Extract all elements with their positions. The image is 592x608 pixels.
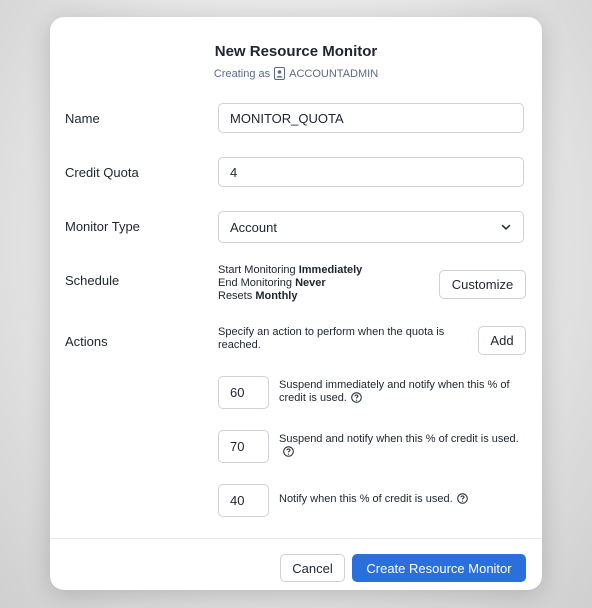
dialog-title: New Resource Monitor [214, 43, 378, 60]
schedule-resets: Resets Monthly [218, 290, 298, 302]
creating-as-label: Creating as [213, 67, 271, 80]
name-input[interactable]: MONITOR_QUOTA [218, 103, 524, 133]
footer-divider [50, 538, 542, 539]
monitor-type-label: Monitor Type [65, 219, 140, 234]
credit-quota-label: Credit Quota [65, 165, 139, 180]
action-percent-input[interactable]: 60 [218, 376, 269, 409]
action-description: Notify when this % of credit is used. [279, 493, 527, 506]
schedule-end: End Monitoring Never [218, 277, 326, 289]
schedule-label: Schedule [65, 273, 120, 288]
role-name: ACCOUNTADMIN [289, 67, 379, 80]
customize-button[interactable]: Customize [439, 270, 526, 299]
actions-description: Specify an action to perform when the qu… [218, 326, 445, 351]
help-icon[interactable] [456, 493, 468, 504]
help-icon[interactable] [283, 446, 294, 457]
action-percent-input[interactable]: 40 [218, 484, 269, 517]
action-description: Suspend and notify when this % of credit… [279, 433, 527, 459]
name-label: Name [65, 111, 100, 126]
monitor-type-value: Account [230, 219, 277, 235]
schedule-start: Start Monitoring Immediately [218, 264, 363, 276]
schedule-summary: Start Monitoring Immediately End Monitor… [218, 264, 362, 303]
actions-label: Actions [65, 334, 108, 349]
add-action-button[interactable]: Add [478, 326, 526, 355]
chevron-down-icon [501, 224, 511, 230]
new-resource-monitor-dialog: New Resource Monitor Creating as ACCOUNT… [50, 17, 542, 590]
role-badge-icon [274, 67, 286, 80]
create-resource-monitor-button[interactable]: Create Resource Monitor [352, 554, 526, 582]
cancel-button[interactable]: Cancel [280, 554, 345, 582]
credit-quota-input[interactable]: 4 [218, 157, 524, 187]
dialog-subtitle: Creating as ACCOUNTADMIN [50, 67, 542, 80]
monitor-type-select[interactable]: Account [218, 211, 524, 243]
action-percent-input[interactable]: 70 [218, 430, 269, 463]
action-description: Suspend immediately and notify when this… [279, 379, 510, 404]
help-icon[interactable] [351, 392, 362, 403]
